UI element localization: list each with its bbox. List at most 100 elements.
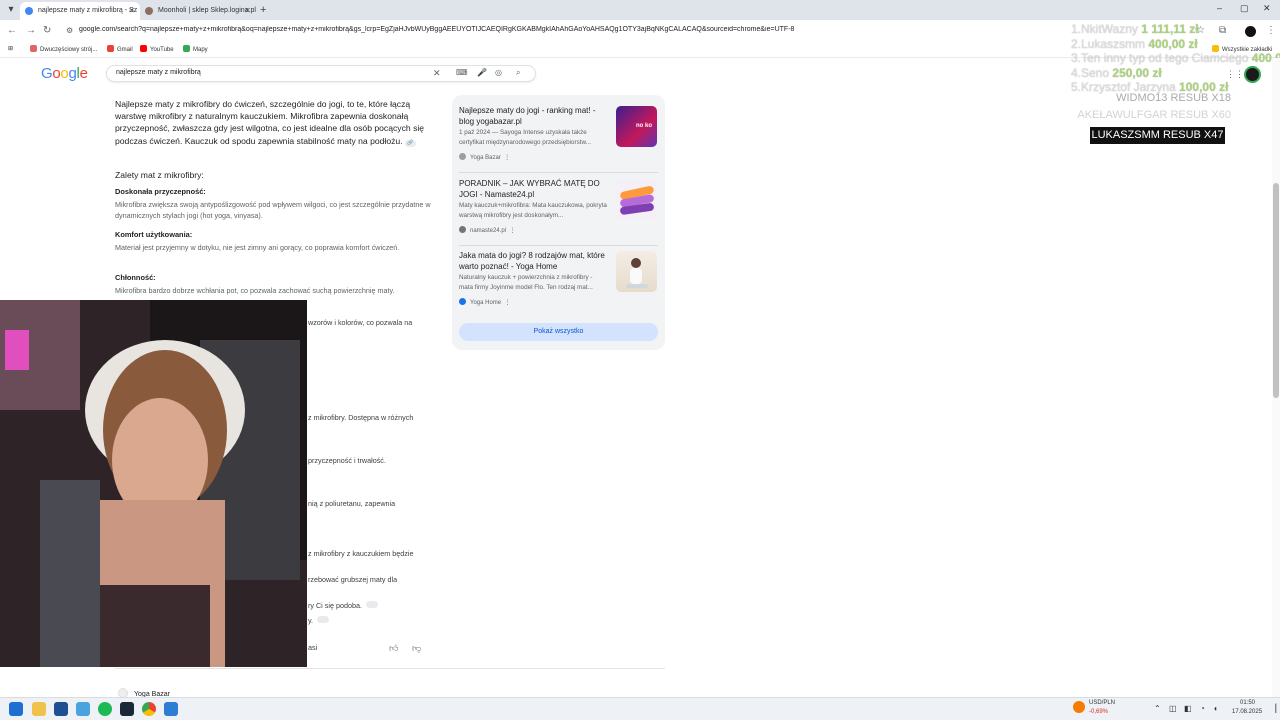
source-card[interactable]: Jaka mata do jogi? 8 rodzajów mat, które…: [459, 251, 659, 311]
top-donors-list: 1.NkitWazny 1 111,11 zł 2.Lukaszsmm 400,…: [1071, 22, 1280, 95]
ai-overview: Najlepsze maty z mikrofibry do ćwiczeń, …: [115, 98, 435, 147]
thumbnail-text: no ko: [636, 123, 652, 129]
resub-list: WIDMO13 RESUB X18 AKEŁAWULFGAR RESUB X60: [1071, 92, 1231, 122]
item-title: Komfort użytkowania:: [115, 230, 193, 239]
bookmark-youtube[interactable]: YouTube: [140, 45, 174, 53]
tab-label: najlepsze maty z mikrofibrą - Sz: [38, 7, 138, 14]
close-window-icon[interactable]: ✕: [1263, 3, 1271, 14]
tray-expand-icon[interactable]: ⌃: [1154, 704, 1161, 713]
item-title: Chłonność:: [115, 273, 156, 282]
tray-app-icon[interactable]: ◧: [1184, 704, 1192, 713]
show-all-button[interactable]: Pokaż wszystko: [459, 323, 658, 341]
photos-icon[interactable]: [76, 702, 90, 716]
text-fragment: rzebować grubszej maty dla: [308, 575, 398, 584]
divider: [459, 172, 658, 173]
steam-icon[interactable]: [120, 702, 134, 716]
taskbar-app-icon[interactable]: [54, 702, 68, 716]
link-icon[interactable]: [317, 616, 330, 623]
url-field[interactable]: google.com/search?q=najlepsze+maty+z+mik…: [79, 26, 799, 33]
keyboard-icon[interactable]: ⌨: [456, 68, 468, 77]
taskbar: USD/PLN -0,69% ⌃ ◫ ◧ ◔ ◖ 01:50 17.08.202…: [0, 697, 1280, 720]
tab-bar: ▾ najlepsze maty z mikrofibrą - Sz ✕ Moo…: [0, 0, 1280, 20]
stocks-widget-icon[interactable]: [1073, 701, 1085, 713]
resub-row: AKEŁAWULFGAR RESUB X60: [1077, 109, 1231, 121]
volume-icon[interactable]: ◖: [1213, 704, 1218, 713]
tab-moonholi[interactable]: Moonholi | sklep Sklep.logina.pl ✕: [140, 2, 256, 20]
bookmark-favicon-icon: [30, 45, 37, 52]
card-title[interactable]: Najlepsze maty do jogi - ranking mat! - …: [459, 106, 607, 127]
site-favicon-icon: [459, 298, 466, 305]
text-fragment: przyczepność i trwałość.: [308, 456, 386, 465]
text-fragment: y.: [308, 616, 330, 625]
spotify-icon[interactable]: [98, 702, 112, 716]
thumbs-up-icon[interactable]: 👍︎: [389, 643, 398, 654]
clock-time[interactable]: 01:50: [1240, 700, 1255, 706]
card-title[interactable]: Jaka mata do jogi? 8 rodzajów mat, które…: [459, 251, 607, 272]
search-input[interactable]: najlepsze maty z mikrofibrą: [116, 69, 201, 76]
bookmark-gmail[interactable]: Gmail: [107, 45, 133, 53]
scrollbar-thumb[interactable]: [1273, 183, 1279, 398]
maximize-icon[interactable]: ▢: [1240, 3, 1249, 14]
card-source: Yoga Home ⋮: [459, 298, 510, 306]
item-text: Mikrofibra zwiększa swoją antypoślizgowo…: [115, 200, 431, 220]
source-cards-panel: Najlepsze maty do jogi - ranking mat! - …: [452, 95, 665, 350]
webcam-overlay: [0, 300, 307, 667]
close-tab-icon[interactable]: ✕: [244, 2, 251, 20]
divider: [459, 245, 658, 246]
card-thumbnail[interactable]: [616, 179, 657, 220]
bookmark-item[interactable]: Dwuczęściowy strój...: [30, 45, 97, 53]
google-logo[interactable]: Google: [41, 65, 88, 82]
text-fragment: nią z poliuretanu, zapewnia: [308, 499, 396, 508]
card-source: Yoga Bazar ⋮: [459, 153, 510, 161]
link-icon[interactable]: 🔗: [404, 139, 416, 147]
donor-row: 1.NkitWazny 1 111,11 zł: [1071, 22, 1199, 36]
donor-row: 2.Lukaszsmm 400,00 zł: [1071, 36, 1198, 51]
page-scrollbar[interactable]: [1272, 58, 1280, 698]
card-title[interactable]: PORADNIK – JAK WYBRAĆ MATĘ DO JOGI - Nam…: [459, 179, 607, 200]
ai-lead-paragraph: Najlepsze maty z mikrofibry do ćwiczeń, …: [115, 99, 425, 147]
text-fragment: wzorów i kolorów, co pozwala na: [308, 318, 413, 327]
site-info-icon[interactable]: ⚙: [66, 26, 73, 35]
forward-icon[interactable]: →: [26, 25, 36, 36]
apps-grid-icon[interactable]: ⊞: [8, 45, 13, 52]
minimize-icon[interactable]: –: [1217, 3, 1222, 13]
maps-icon: [183, 45, 190, 52]
card-thumbnail[interactable]: [616, 251, 657, 292]
donor-row: 4.Seno 250,00 zł: [1071, 65, 1162, 80]
taskbar-app-icon[interactable]: [164, 702, 178, 716]
advantages-heading: Zalety mat z mikrofibry:: [115, 170, 204, 180]
tray-app-icon[interactable]: ◫: [1169, 704, 1177, 713]
tab-search-icon[interactable]: ▾: [4, 3, 18, 17]
wifi-icon[interactable]: ◔: [1200, 704, 1205, 713]
resub-row: WIDMO13 RESUB X18: [1116, 92, 1231, 104]
microphone-icon[interactable]: 🎤: [477, 68, 487, 77]
lens-icon[interactable]: ◎: [495, 68, 502, 77]
close-tab-icon[interactable]: ✕: [128, 2, 135, 20]
windows-start-icon[interactable]: [9, 702, 23, 716]
clear-icon[interactable]: ✕: [433, 68, 441, 79]
clock-date[interactable]: 17.08.2025: [1232, 709, 1262, 715]
chrome-icon[interactable]: [142, 702, 156, 716]
card-thumbnail[interactable]: no ko: [616, 106, 657, 147]
new-tab-button[interactable]: +: [260, 2, 266, 18]
source-card[interactable]: Najlepsze maty do jogi - ranking mat! - …: [459, 106, 659, 166]
source-card[interactable]: PORADNIK – JAK WYBRAĆ MATĘ DO JOGI - Nam…: [459, 179, 659, 239]
search-icon[interactable]: ⌕: [516, 68, 520, 78]
bookmark-maps[interactable]: Mapy: [183, 45, 208, 53]
link-icon[interactable]: [365, 601, 378, 608]
item-title: Doskonała przyczepność:: [115, 187, 206, 196]
tab-google-search[interactable]: najlepsze maty z mikrofibrą - Sz ✕: [20, 2, 140, 20]
thumbs-down-icon[interactable]: 👎︎: [412, 643, 421, 654]
youtube-icon: [140, 45, 147, 52]
card-snippet: 1 paź 2024 — Sayoga Intense uzyskała tak…: [459, 129, 591, 146]
notifications-icon[interactable]: ▕: [1270, 704, 1276, 713]
file-explorer-icon[interactable]: [32, 702, 46, 716]
item-text: Mikrofibra bardzo dobrze wchłania pot, c…: [115, 286, 395, 295]
yoga-person-image: [626, 258, 648, 288]
text-fragment: z mikrofibry z kauczukiem będzie: [308, 549, 414, 558]
back-icon[interactable]: ←: [7, 25, 17, 36]
card-snippet: Maty kauczuk+mikrofibra: Mata kauczukowa…: [459, 202, 607, 219]
reload-icon[interactable]: ↻: [43, 25, 51, 36]
gmail-icon: [107, 45, 114, 52]
search-box[interactable]: najlepsze maty z mikrofibrą ✕ ⌨ 🎤 ◎ ⌕: [106, 65, 536, 82]
